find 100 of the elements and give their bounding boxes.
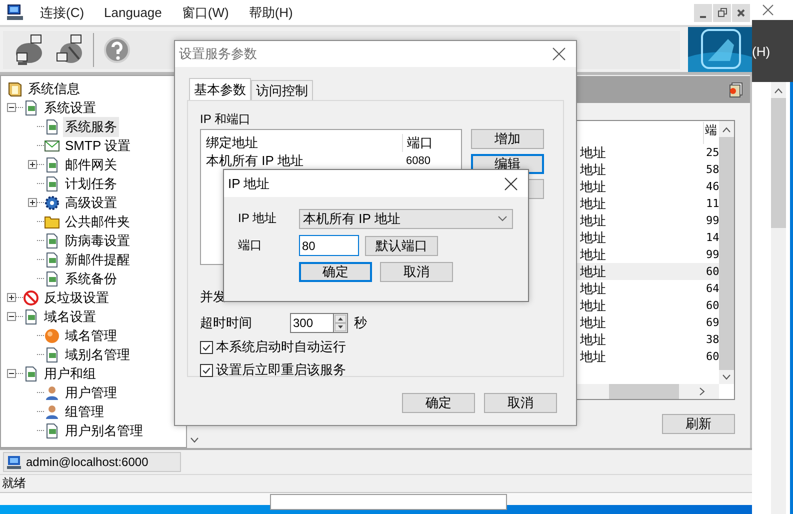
port-input[interactable]: 80 (299, 235, 359, 256)
scrollbar-thumb[interactable] (609, 384, 679, 399)
table-cell: 60 (706, 265, 719, 278)
timeout-input[interactable]: 300 (290, 313, 333, 333)
plus-icon (29, 199, 36, 206)
tab[interactable]: 访问控制 (251, 80, 313, 100)
orb-icon (44, 328, 60, 344)
expand-toggle[interactable] (28, 198, 37, 207)
default-port-button[interactable]: 默认端口 (365, 236, 438, 256)
table-cell-text: 地址 (580, 330, 607, 348)
unit-label: 秒 (354, 314, 367, 332)
menu-item[interactable]: 窗口(W) (172, 4, 239, 22)
checkbox[interactable] (200, 340, 213, 354)
tree-item[interactable]: 防病毒设置 (63, 230, 132, 250)
document-icon (44, 232, 60, 248)
tree-item[interactable]: 域别名管理 (63, 344, 132, 364)
tree-item[interactable]: 公共邮件夹 (63, 212, 132, 232)
checkbox-label[interactable]: 本系统启动时自动运行 (216, 338, 346, 356)
scroll-right-icon[interactable] (699, 387, 705, 396)
table-cell-text: 地址 (580, 280, 607, 298)
tree-item[interactable]: SMTP 设置 (63, 136, 132, 156)
table-cell-text: 地址 (580, 262, 607, 280)
tab[interactable]: 基本参数 (189, 78, 251, 100)
dialog-button[interactable]: 确定 (299, 262, 372, 282)
session-tab[interactable]: admin@localhost:6000 (3, 452, 181, 472)
menu-item[interactable]: 帮助(H) (238, 4, 303, 22)
collapse-toggle[interactable] (7, 369, 16, 378)
dialog-button[interactable]: 取消 (380, 262, 453, 282)
table-cell-text: 地址 (580, 228, 607, 246)
column-header[interactable]: 端口 (402, 134, 452, 152)
scroll-up-icon[interactable] (722, 127, 731, 133)
tree-item[interactable]: 用户和组 (42, 364, 98, 384)
document-icon (44, 422, 60, 438)
tree-item[interactable]: 系统信息 (26, 78, 82, 98)
tree-item[interactable]: 邮件网关 (63, 154, 119, 174)
logo-icon (688, 27, 752, 72)
scroll-down-icon[interactable] (722, 374, 731, 380)
checkbox[interactable] (200, 364, 213, 376)
expand-toggle[interactable] (28, 160, 37, 169)
table-cell-text: 地址 (580, 160, 607, 178)
document-icon (23, 100, 39, 116)
close-icon[interactable] (762, 4, 774, 16)
tree-item[interactable]: 反垃圾设置 (42, 288, 111, 308)
refresh-button[interactable]: 刷新 (662, 414, 735, 434)
tree-item[interactable]: 系统备份 (63, 268, 119, 288)
close-button[interactable] (732, 4, 750, 22)
document-icon (44, 118, 60, 134)
table-cell: 64 (706, 282, 719, 295)
tree-item[interactable]: 系统设置 (42, 98, 98, 118)
dialog-button[interactable]: 增加 (471, 129, 544, 149)
document-icon (44, 156, 60, 172)
close-icon[interactable] (552, 47, 566, 61)
menu-item[interactable]: 连接(C) (30, 4, 94, 22)
plus-icon (29, 161, 36, 168)
scrollbar-thumb[interactable] (771, 98, 786, 228)
tree-item[interactable]: 计划任务 (63, 174, 119, 194)
expand-toggle[interactable] (7, 293, 16, 302)
tree-item[interactable]: 系统服务 (63, 116, 119, 136)
restore-icon (718, 8, 726, 17)
computer-icon (6, 4, 24, 22)
restore-button[interactable] (713, 4, 731, 22)
dialog-button[interactable]: 取消 (484, 393, 557, 413)
scrollbar-thumb[interactable] (719, 137, 734, 370)
spinner-arrows-icon[interactable] (333, 313, 348, 333)
checkbox-label[interactable]: 设置后立即重启该服务 (216, 361, 346, 379)
book-icon (7, 80, 23, 96)
collapse-toggle[interactable] (7, 312, 16, 321)
document-icon (44, 346, 60, 362)
chevron-down-icon[interactable] (498, 216, 507, 222)
tree-item[interactable]: 高级设置 (63, 192, 119, 212)
table-cell: 58 (706, 163, 719, 176)
table-cell: 60 (706, 350, 719, 363)
tree-item[interactable]: 域名管理 (63, 326, 119, 346)
tree-item[interactable]: 域名设置 (42, 306, 98, 326)
table-cell: 11 (706, 197, 719, 210)
close-icon[interactable] (504, 176, 518, 190)
collapse-toggle[interactable] (7, 103, 16, 112)
document-icon (44, 176, 60, 192)
computer-icon (6, 454, 22, 470)
folder-icon (44, 214, 60, 230)
menu-item[interactable]: (H) (752, 44, 770, 58)
table-cell-text: 6080 (405, 155, 432, 167)
table-cell: 99 (706, 214, 719, 227)
ip-dropdown[interactable]: 本机所有 IP 地址 (299, 208, 513, 228)
minimize-button[interactable] (694, 4, 712, 22)
tree-item[interactable]: 用户别名管理 (63, 420, 145, 440)
scroll-down-icon[interactable] (190, 437, 199, 443)
field-label: 端口 (238, 237, 263, 254)
close-icon (737, 8, 745, 16)
field-label: IP 地址 (238, 210, 278, 227)
dialog-button[interactable]: 确定 (402, 393, 475, 413)
table-cell-text: 地址 (580, 194, 607, 212)
tree-item[interactable]: 新邮件提醒 (63, 250, 132, 270)
column-header[interactable]: 绑定地址 (206, 134, 402, 152)
field-label: 超时时间 (200, 314, 252, 332)
tree-item[interactable]: 组管理 (63, 402, 106, 422)
scroll-up-icon[interactable] (774, 88, 783, 94)
menu-item[interactable]: Language (94, 5, 172, 20)
tree-item[interactable]: 用户管理 (63, 382, 119, 402)
documents-icon[interactable] (728, 82, 744, 98)
